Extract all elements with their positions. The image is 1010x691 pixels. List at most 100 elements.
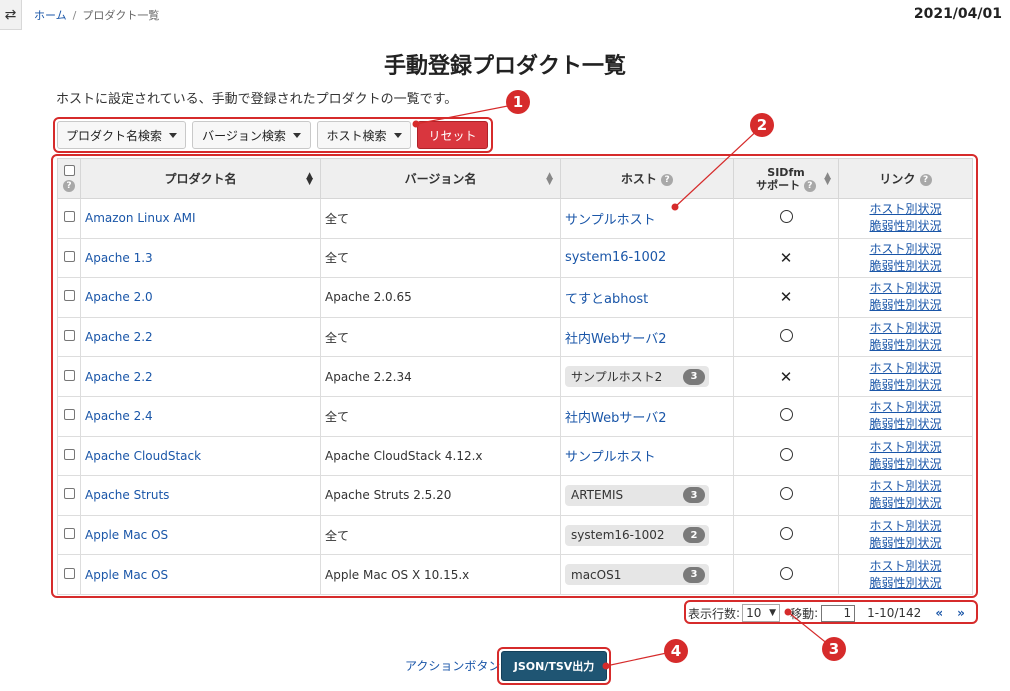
product-name-link[interactable]: Apple Mac OS bbox=[85, 568, 168, 582]
product-name-cell: Apache 1.3 bbox=[80, 237, 321, 279]
sidebar-toggle-button[interactable]: ⇄ bbox=[0, 0, 22, 30]
host-status-link[interactable]: ホスト別状況 bbox=[869, 519, 941, 533]
host-pill[interactable]: macOS1 3 bbox=[565, 564, 709, 586]
supported-circle-icon bbox=[779, 566, 793, 580]
vuln-status-link[interactable]: 脆弱性別状況 bbox=[869, 298, 941, 312]
select-all-checkbox[interactable] bbox=[63, 164, 75, 176]
action-buttons-label: アクションボタン bbox=[405, 659, 501, 673]
product-name-link[interactable]: Amazon Linux AMI bbox=[85, 211, 196, 225]
vuln-status-link[interactable]: 脆弱性別状況 bbox=[869, 219, 941, 233]
product-name-link[interactable]: Apache 2.2 bbox=[85, 330, 153, 344]
vuln-status-link[interactable]: 脆弱性別状況 bbox=[869, 378, 941, 392]
breadcrumb-separator: / bbox=[72, 9, 77, 22]
header-version-name[interactable]: バージョン名 ▲ ▼ bbox=[320, 158, 561, 199]
version-search-button[interactable]: バージョン検索 bbox=[192, 121, 311, 149]
breadcrumb: ホーム / プロダクト一覧 bbox=[34, 7, 159, 23]
row-checkbox[interactable] bbox=[63, 290, 75, 302]
vuln-status-link[interactable]: 脆弱性別状況 bbox=[869, 457, 941, 471]
rows-per-page-select[interactable]: 10 ▼ bbox=[742, 604, 781, 622]
host-count-badge: 2 bbox=[683, 527, 705, 544]
row-select-cell bbox=[57, 316, 81, 358]
host-link[interactable]: 社内Webサーバ2 bbox=[565, 332, 666, 347]
host-pill[interactable]: system16-1002 2 bbox=[565, 524, 709, 546]
host-link[interactable]: てすとabhost bbox=[565, 292, 648, 307]
table-row: Apache 2.2 全て 社内Webサーバ2 ホスト別状況 脆弱性別状況 bbox=[57, 316, 973, 358]
host-status-link[interactable]: ホスト別状況 bbox=[869, 559, 941, 573]
next-page-button[interactable]: » bbox=[957, 606, 965, 620]
links-cell: ホスト別状況 脆弱性別状況 bbox=[838, 198, 973, 239]
vuln-status-link[interactable]: 脆弱性別状況 bbox=[869, 496, 941, 510]
product-name-cell: Apache 2.4 bbox=[80, 395, 321, 437]
host-pill[interactable]: サンプルホスト2 3 bbox=[565, 366, 709, 388]
row-checkbox[interactable] bbox=[63, 528, 75, 540]
header-product-name[interactable]: プロダクト名 ▲ ▼ bbox=[80, 158, 321, 199]
vuln-status-link[interactable]: 脆弱性別状況 bbox=[869, 259, 941, 273]
page-description: ホストに設定されている、手動で登録されたプロダクトの一覧です。 bbox=[56, 92, 458, 107]
row-checkbox[interactable] bbox=[63, 409, 75, 421]
row-select-cell bbox=[57, 554, 81, 595]
host-status-link[interactable]: ホスト別状況 bbox=[869, 281, 941, 295]
product-name-link[interactable]: Apache 2.4 bbox=[85, 409, 153, 423]
host-link[interactable]: 社内Webサーバ2 bbox=[565, 411, 666, 426]
vuln-status-link[interactable]: 脆弱性別状況 bbox=[869, 576, 941, 590]
product-name-link[interactable]: Apache CloudStack bbox=[85, 449, 201, 463]
version-name-cell: Apache Struts 2.5.20 bbox=[320, 475, 561, 516]
table-row: Apple Mac OS 全て system16-1002 2 ホスト別状況 脆弱性別状況 bbox=[57, 514, 973, 556]
header-host: ホスト ? bbox=[560, 158, 734, 199]
product-name-link[interactable]: Apple Mac OS bbox=[85, 528, 168, 542]
row-checkbox[interactable] bbox=[63, 211, 75, 223]
host-name: macOS1 bbox=[571, 567, 622, 582]
product-name-link[interactable]: Apache Struts bbox=[85, 488, 169, 502]
host-link[interactable]: サンプルホスト bbox=[565, 213, 656, 228]
host-search-label: ホスト検索 bbox=[326, 128, 387, 143]
host-status-link[interactable]: ホスト別状況 bbox=[869, 479, 941, 493]
row-checkbox[interactable] bbox=[63, 567, 75, 579]
host-status-link[interactable]: ホスト別状況 bbox=[869, 400, 941, 414]
row-select-cell bbox=[57, 356, 81, 397]
sort-arrows-icon[interactable]: ▲ ▼ bbox=[546, 172, 553, 187]
prev-page-button[interactable]: « bbox=[935, 606, 943, 620]
host-status-link[interactable]: ホスト別状況 bbox=[869, 202, 941, 216]
header-sidfm-support[interactable]: SIDfm サポート ? ▲ ▼ bbox=[733, 158, 839, 199]
support-cell bbox=[733, 198, 839, 239]
question-circle-icon[interactable]: ? bbox=[919, 173, 932, 186]
rows-per-page-label: 表示行数 bbox=[688, 606, 737, 621]
header-product-label: プロダクト名 bbox=[164, 172, 237, 186]
caret-down-icon bbox=[292, 132, 301, 138]
sort-arrows-icon[interactable]: ▲ ▼ bbox=[824, 172, 831, 187]
row-checkbox[interactable] bbox=[63, 369, 75, 381]
goto-page-input[interactable]: 1 bbox=[821, 604, 856, 622]
reset-button[interactable]: リセット bbox=[417, 121, 488, 149]
sort-arrows-icon[interactable]: ▲ ▼ bbox=[306, 172, 313, 187]
product-name-link[interactable]: Apache 1.3 bbox=[85, 251, 153, 265]
row-select-cell bbox=[57, 475, 81, 516]
host-link[interactable]: サンプルホスト bbox=[565, 450, 656, 465]
row-checkbox[interactable] bbox=[63, 448, 75, 460]
row-checkbox[interactable] bbox=[63, 488, 75, 500]
host-name: ARTEMIS bbox=[571, 488, 624, 503]
host-pill[interactable]: ARTEMIS 3 bbox=[565, 484, 709, 506]
vuln-status-link[interactable]: 脆弱性別状況 bbox=[869, 536, 941, 550]
version-name-cell: Apple Mac OS X 10.15.x bbox=[320, 554, 561, 595]
product-name-link[interactable]: Apache 2.0 bbox=[85, 290, 153, 304]
annotation-marker-1: 1 bbox=[506, 90, 530, 114]
vuln-status-link[interactable]: 脆弱性別状況 bbox=[869, 338, 941, 352]
product-name-search-button[interactable]: プロダクト名検索 bbox=[57, 121, 186, 149]
host-status-link[interactable]: ホスト別状況 bbox=[869, 242, 941, 256]
row-checkbox[interactable] bbox=[63, 330, 75, 342]
question-circle-icon[interactable]: ? bbox=[661, 173, 674, 186]
host-status-link[interactable]: ホスト別状況 bbox=[869, 440, 941, 454]
supported-circle-icon bbox=[779, 210, 793, 224]
host-link[interactable]: system16-1002 bbox=[565, 250, 666, 265]
product-name-link[interactable]: Apache 2.2 bbox=[85, 370, 153, 384]
json-tsv-export-button[interactable]: JSON/TSV出力 bbox=[501, 651, 607, 681]
row-checkbox[interactable] bbox=[63, 250, 75, 262]
host-status-link[interactable]: ホスト別状況 bbox=[869, 321, 941, 335]
table-row: Apache 2.2 Apache 2.2.34 サンプルホスト2 3 ✕ ホスト別状況脆… bbox=[57, 356, 973, 397]
table-row: Apache Struts Apache Struts 2.5.20 ARTEMIS… bbox=[57, 475, 973, 516]
breadcrumb-home-link[interactable]: ホーム bbox=[34, 9, 67, 22]
host-status-link[interactable]: ホスト別状況 bbox=[869, 361, 941, 375]
vuln-status-link[interactable]: 脆弱性別状況 bbox=[869, 417, 941, 431]
question-circle-icon[interactable]: ? bbox=[803, 179, 816, 192]
host-search-button[interactable]: ホスト検索 bbox=[317, 121, 411, 149]
